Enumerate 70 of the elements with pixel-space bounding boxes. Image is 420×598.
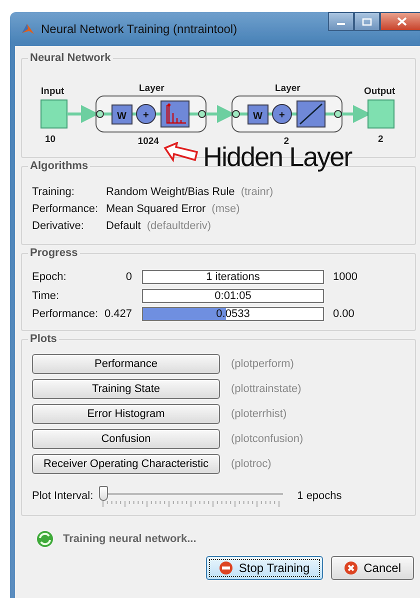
section-heading: Plots <box>28 332 59 344</box>
function-name: (mse) <box>212 202 240 214</box>
close-icon <box>397 17 407 26</box>
field-label: Performance: <box>32 202 100 214</box>
function-name: (plotperform) <box>231 358 294 370</box>
port-icon <box>96 110 104 118</box>
cancel-icon <box>344 560 358 574</box>
port-icon <box>198 110 206 118</box>
function-name: (trainr) <box>240 186 274 198</box>
close-button[interactable] <box>380 12 420 31</box>
field-label: Training: <box>32 186 76 198</box>
start-value: 0 <box>126 271 132 284</box>
field-label: Derivative: <box>32 220 85 232</box>
field-label: Performance: <box>32 308 98 320</box>
end-value: 0.00 <box>332 308 354 320</box>
layer-label: Layer <box>275 83 300 94</box>
input-size: 10 <box>45 134 56 145</box>
section-heading: Algorithms <box>28 160 90 172</box>
port-icon <box>334 110 342 118</box>
stop-icon <box>218 560 233 574</box>
section-heading: Neural Network <box>28 52 113 64</box>
maximize-button[interactable] <box>354 12 380 31</box>
stop-button[interactable]: Stop Training <box>206 556 323 580</box>
sum-symbol: + <box>279 110 285 121</box>
field-value: Random Weight/Bias Rule <box>106 186 235 198</box>
input-block <box>40 100 68 128</box>
weight-symbol: W <box>253 111 262 122</box>
refresh-icon <box>36 530 54 548</box>
output-label: Output <box>364 86 396 97</box>
interval-reading: 1 epochs <box>297 490 342 502</box>
plot-button[interactable]: Error Histogram <box>32 404 220 424</box>
function-name: (plotconfusion) <box>231 432 304 444</box>
sum-symbol: + <box>143 110 149 121</box>
plot-button[interactable]: Performance <box>32 354 220 374</box>
field-value: Default <box>106 220 141 232</box>
maximize-icon <box>362 18 372 26</box>
progress-reading: 1 iterations <box>205 271 261 284</box>
layer-label: Layer <box>139 83 164 94</box>
slider-thumb[interactable] <box>99 486 108 500</box>
end-value: 1000 <box>332 271 358 284</box>
input-label: Input <box>41 86 64 97</box>
annotation-arrow <box>163 142 199 164</box>
field-label: Plot Interval: <box>32 490 94 502</box>
function-name: (plottrainstate) <box>231 382 302 394</box>
minimize-button[interactable] <box>328 12 354 31</box>
line-graph-icon <box>296 100 326 128</box>
output-block <box>368 100 394 128</box>
layer-size: 1024 <box>138 136 159 147</box>
status-text: Training neural network... <box>63 532 196 544</box>
output-size: 2 <box>378 134 384 145</box>
plot-button[interactable]: Confusion <box>32 428 220 448</box>
field-label: Epoch: <box>32 271 68 284</box>
layer-size: 2 <box>284 136 289 147</box>
progress-reading: 0:01:05 <box>214 290 252 302</box>
cancel-button[interactable]: Cancel <box>330 556 414 580</box>
weight-symbol: W <box>117 111 126 122</box>
field-value: Mean Squared Error <box>106 202 206 214</box>
section-heading: Progress <box>28 247 80 259</box>
bar-chart-icon <box>160 100 190 128</box>
function-name: (plotroc) <box>231 458 272 470</box>
function-name: (ploterrhist) <box>231 408 287 420</box>
port-icon <box>232 110 240 118</box>
annotation-text: Hidden Layer <box>203 144 352 171</box>
function-name: (defaultderiv) <box>146 220 212 232</box>
start-value: 0.427 <box>104 308 132 320</box>
plot-button[interactable]: Training State <box>32 378 220 398</box>
window-title: Neural Network Training (nntraintool) <box>41 22 238 36</box>
field-label: Time: <box>32 290 60 302</box>
plot-button[interactable]: Receiver Operating Characteristic <box>32 454 220 474</box>
app-logo-icon <box>21 22 35 36</box>
